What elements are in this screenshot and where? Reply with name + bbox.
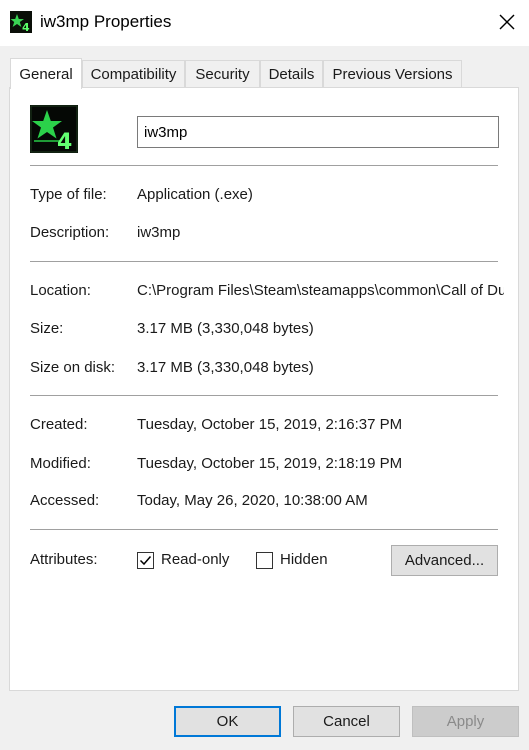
file-icon: 4 [30, 105, 78, 153]
close-icon[interactable] [494, 9, 520, 35]
divider [30, 395, 498, 396]
type-of-file-value: Application (.exe) [137, 186, 253, 203]
created-value: Tuesday, October 15, 2019, 2:16:37 PM [137, 416, 403, 433]
svg-text:4: 4 [22, 21, 30, 33]
location-value: C:\Program Files\Steam\steamapps\common\… [137, 282, 504, 299]
title-bar: 4 iw3mp Properties [0, 0, 529, 46]
hidden-checkbox[interactable] [256, 552, 273, 569]
modified-label: Modified: [30, 455, 91, 472]
read-only-checkbox[interactable] [137, 552, 154, 569]
properties-dialog: 4 iw3mp Properties General Compatibility… [0, 0, 529, 750]
read-only-label[interactable]: Read-only [161, 551, 229, 568]
size-on-disk-label: Size on disk: [30, 359, 116, 376]
tab-previous-versions[interactable]: Previous Versions [323, 60, 462, 88]
svg-text:4: 4 [57, 130, 72, 153]
file-name-input[interactable] [137, 116, 499, 148]
size-on-disk-value: 3.17 MB (3,330,048 bytes) [137, 359, 314, 376]
general-panel: 4 Type of file: Application (.exe) Descr… [9, 87, 519, 691]
apply-button[interactable]: Apply [412, 706, 519, 737]
description-label: Description: [30, 224, 110, 241]
size-value: 3.17 MB (3,330,048 bytes) [137, 320, 314, 337]
divider [30, 529, 498, 530]
type-of-file-label: Type of file: [30, 186, 107, 203]
ok-button[interactable]: OK [174, 706, 281, 737]
cancel-button[interactable]: Cancel [293, 706, 400, 737]
tab-details[interactable]: Details [260, 60, 323, 88]
advanced-button[interactable]: Advanced... [391, 545, 498, 576]
accessed-label: Accessed: [30, 492, 100, 509]
divider [30, 165, 498, 166]
cod4-app-icon: 4 [10, 11, 32, 33]
modified-value: Tuesday, October 15, 2019, 2:18:19 PM [137, 455, 403, 472]
tab-general[interactable]: General [10, 58, 82, 89]
tab-strip: General Compatibility Security Details P… [10, 58, 520, 89]
created-label: Created: [30, 416, 88, 433]
location-label: Location: [30, 282, 91, 299]
description-value: iw3mp [137, 224, 181, 241]
attributes-label: Attributes: [30, 551, 98, 568]
hidden-label[interactable]: Hidden [280, 551, 328, 568]
accessed-value: Today, May 26, 2020, 10:38:00 AM [137, 492, 368, 509]
tab-compatibility[interactable]: Compatibility [82, 60, 185, 88]
divider [30, 261, 498, 262]
checkmark-icon [139, 556, 152, 566]
tab-security[interactable]: Security [185, 60, 260, 88]
size-label: Size: [30, 320, 64, 337]
window-title: iw3mp Properties [40, 12, 172, 31]
